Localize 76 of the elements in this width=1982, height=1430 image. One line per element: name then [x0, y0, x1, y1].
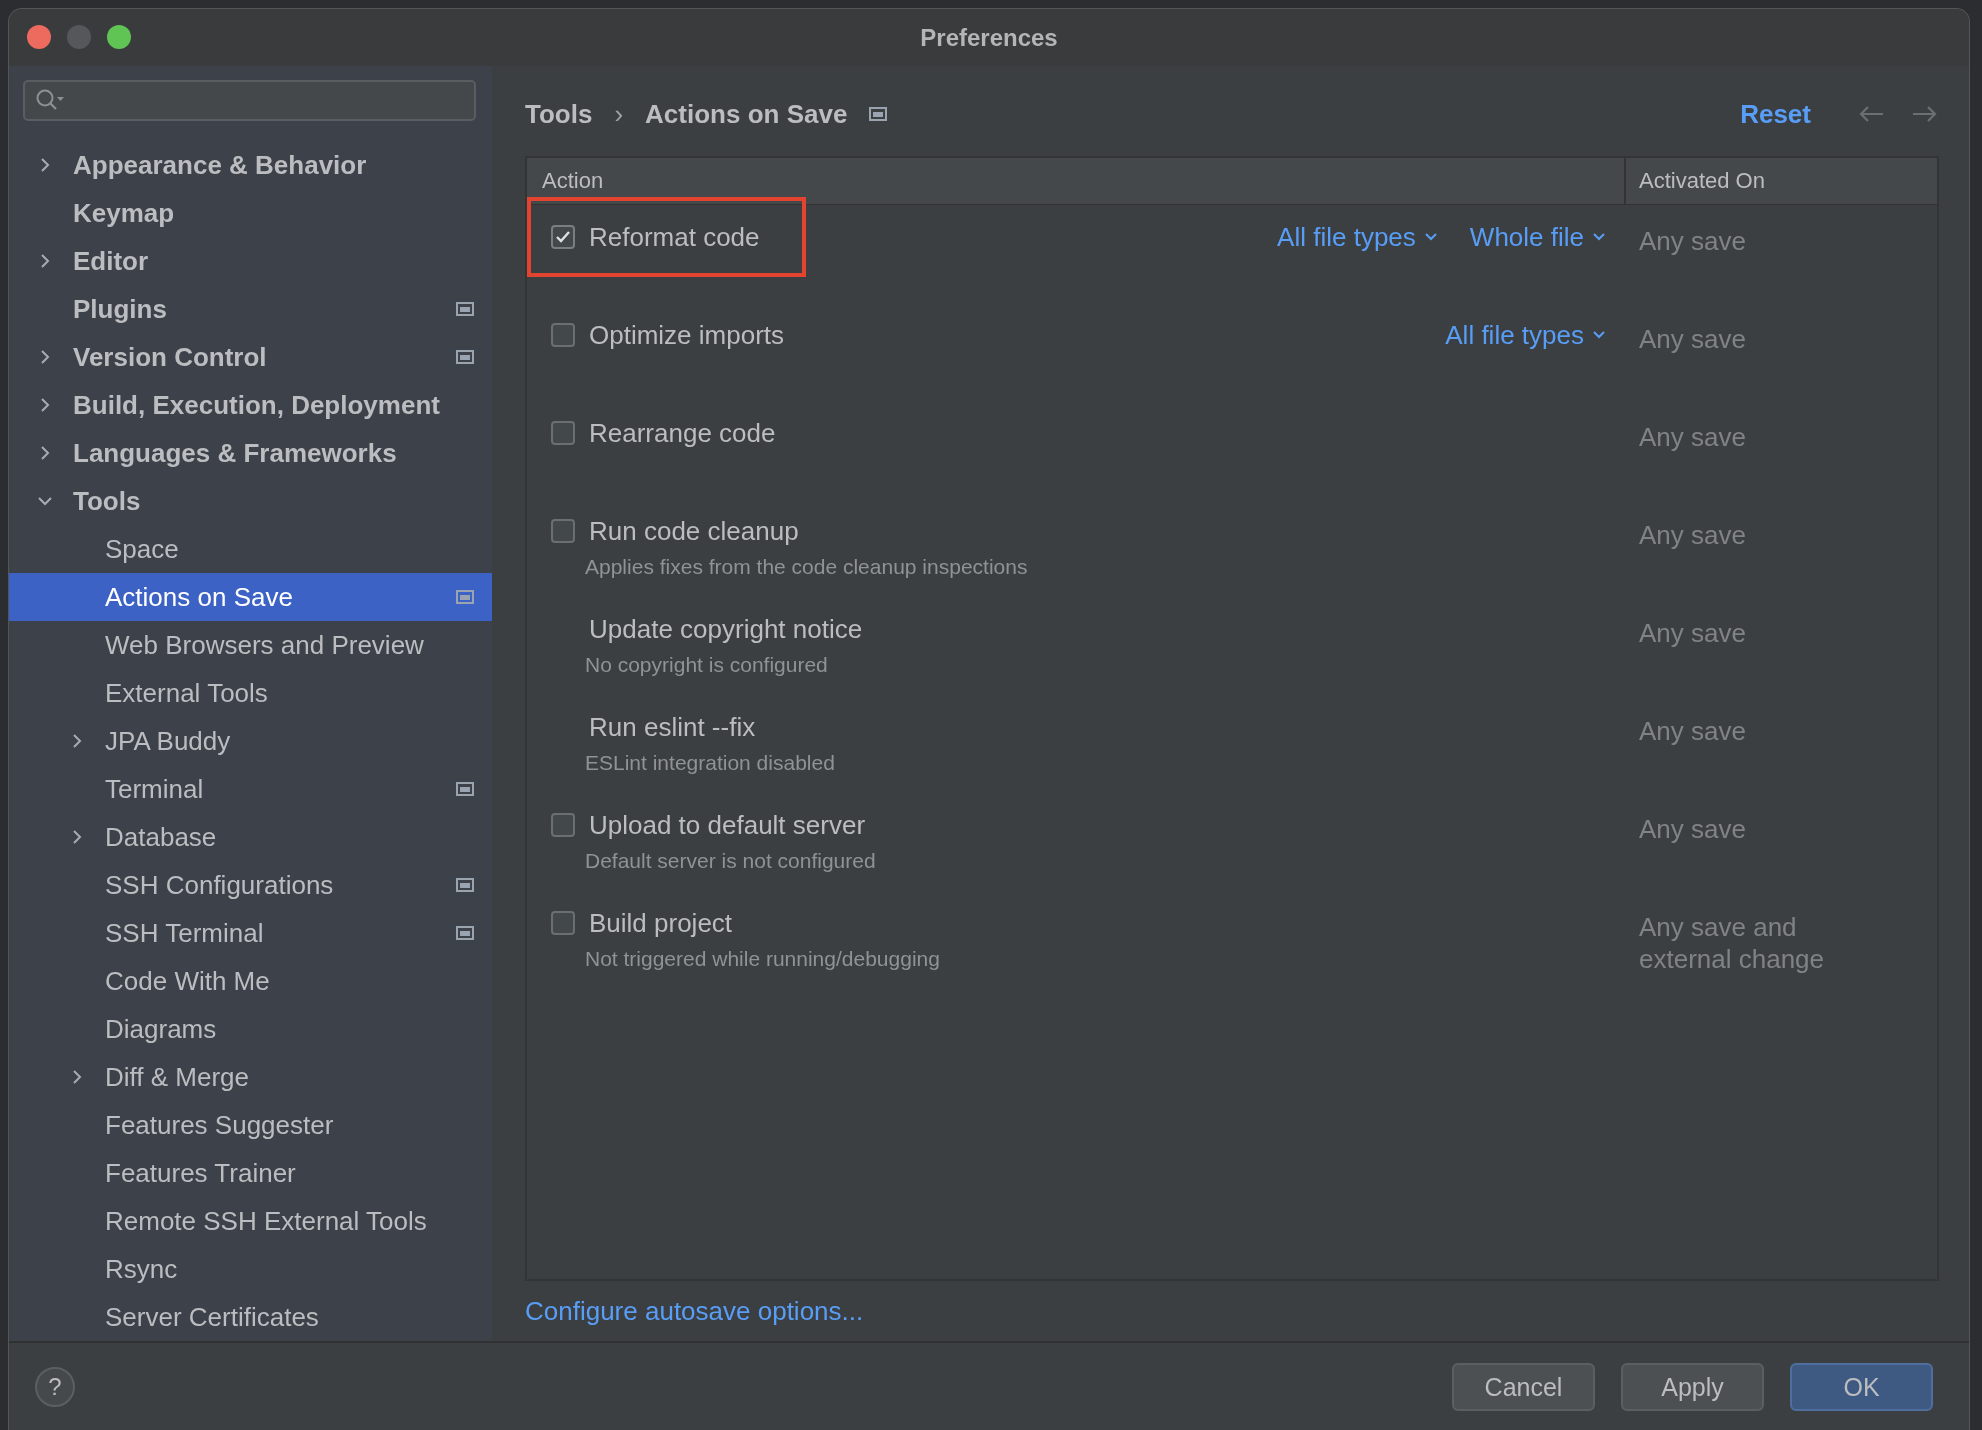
configure-autosave-link[interactable]: Configure autosave options...: [525, 1295, 864, 1327]
sidebar-item[interactable]: Features Trainer: [9, 1149, 492, 1197]
checkbox[interactable]: [551, 225, 575, 249]
zoom-button[interactable]: [107, 25, 131, 49]
sidebar-item[interactable]: Diagrams: [9, 1005, 492, 1053]
action-label: Build project: [589, 907, 733, 939]
chevron-down-icon: [1592, 330, 1606, 340]
dialog-button[interactable]: Apply: [1621, 1363, 1764, 1411]
chevron-down-icon: [1423, 232, 1438, 242]
forward-arrow-icon[interactable]: [1911, 104, 1939, 124]
activated-on-text: Any save: [1639, 421, 1747, 453]
dropdown-link[interactable]: All file types: [1277, 221, 1438, 253]
sidebar-item[interactable]: Build, Execution, Deployment: [9, 381, 492, 429]
sidebar-item[interactable]: Appearance & Behavior: [9, 141, 492, 189]
minimize-button[interactable]: [67, 25, 91, 49]
sidebar-item[interactable]: Web Browsers and Preview: [9, 621, 492, 669]
dialog-button[interactable]: OK: [1790, 1363, 1933, 1411]
action-label: Run eslint --fix: [589, 711, 756, 743]
breadcrumb-separator: ›: [614, 98, 624, 130]
search-field[interactable]: [23, 80, 476, 121]
activated-on-text: Any save: [1639, 813, 1747, 845]
window-title: Preferences: [920, 23, 1058, 52]
sidebar-item[interactable]: SSH Configurations: [9, 861, 492, 909]
activated-on-text: Any save and external change: [1639, 911, 1826, 975]
action-description: Applies fixes from the code cleanup inspections: [584, 555, 1029, 579]
activated-on-text: Any save: [1639, 225, 1747, 257]
sidebar-item[interactable]: Diff & Merge: [9, 1053, 492, 1101]
sidebar-item[interactable]: External Tools: [9, 669, 492, 717]
action-label: Update copyright notice: [589, 613, 863, 645]
action-label: Reformat code: [589, 221, 760, 253]
column-header: Activated On: [1624, 158, 1937, 204]
activated-on-text: Any save: [1639, 617, 1747, 649]
sidebar-item[interactable]: Languages & Frameworks: [9, 429, 492, 477]
activated-on-text: Any save: [1639, 323, 1747, 355]
sidebar-item[interactable]: Tools: [9, 477, 492, 525]
sidebar-item[interactable]: Editor: [9, 237, 492, 285]
action-description: ESLint integration disabled: [584, 751, 836, 775]
action-label: Rearrange code: [589, 417, 776, 449]
chevron-down-icon: [1592, 232, 1606, 242]
close-button[interactable]: [27, 25, 51, 49]
sidebar-item[interactable]: SSH Terminal: [9, 909, 492, 957]
breadcrumb-item: Actions on Save: [645, 98, 848, 130]
action-label: Run code cleanup: [589, 515, 799, 547]
checkbox[interactable]: [551, 813, 575, 837]
dropdown-link[interactable]: Whole file: [1469, 221, 1606, 253]
action-description: Default server is not configured: [584, 849, 877, 873]
checkbox[interactable]: [551, 519, 575, 543]
action-label: Upload to default server: [589, 809, 866, 841]
sidebar-item[interactable]: Keymap: [9, 189, 492, 237]
column-header: Action: [541, 167, 605, 195]
reset-link[interactable]: Reset: [1740, 98, 1811, 130]
sidebar-item[interactable]: Features Suggester: [9, 1101, 492, 1149]
sidebar-item[interactable]: Actions on Save: [9, 573, 492, 621]
action-description: Not triggered while running/debugging: [584, 947, 941, 971]
dialog-button[interactable]: Cancel: [1452, 1363, 1595, 1411]
sidebar-item[interactable]: Terminal: [9, 765, 492, 813]
sidebar-item[interactable]: Rsync: [9, 1245, 492, 1293]
checkbox[interactable]: [551, 421, 575, 445]
sidebar-item[interactable]: Space: [9, 525, 492, 573]
sidebar-item[interactable]: Code With Me: [9, 957, 492, 1005]
sidebar-item[interactable]: Server Certificates: [9, 1293, 492, 1341]
dropdown-link[interactable]: All file types: [1445, 319, 1606, 351]
sidebar-item[interactable]: Plugins: [9, 285, 492, 333]
checkbox[interactable]: [551, 911, 575, 935]
help-button[interactable]: ?: [35, 1367, 75, 1407]
action-label: Optimize imports: [589, 319, 785, 351]
action-description: No copyright is configured: [584, 653, 829, 677]
sidebar-item[interactable]: Remote SSH External Tools: [9, 1197, 492, 1245]
sidebar-item[interactable]: JPA Buddy: [9, 717, 492, 765]
sidebar-item[interactable]: Database: [9, 813, 492, 861]
sidebar-item[interactable]: Version Control: [9, 333, 492, 381]
checkbox[interactable]: [551, 323, 575, 347]
back-arrow-icon[interactable]: [1857, 104, 1885, 124]
activated-on-text: Any save: [1639, 519, 1747, 551]
breadcrumb-item: Tools: [525, 98, 593, 130]
activated-on-text: Any save: [1639, 715, 1747, 747]
